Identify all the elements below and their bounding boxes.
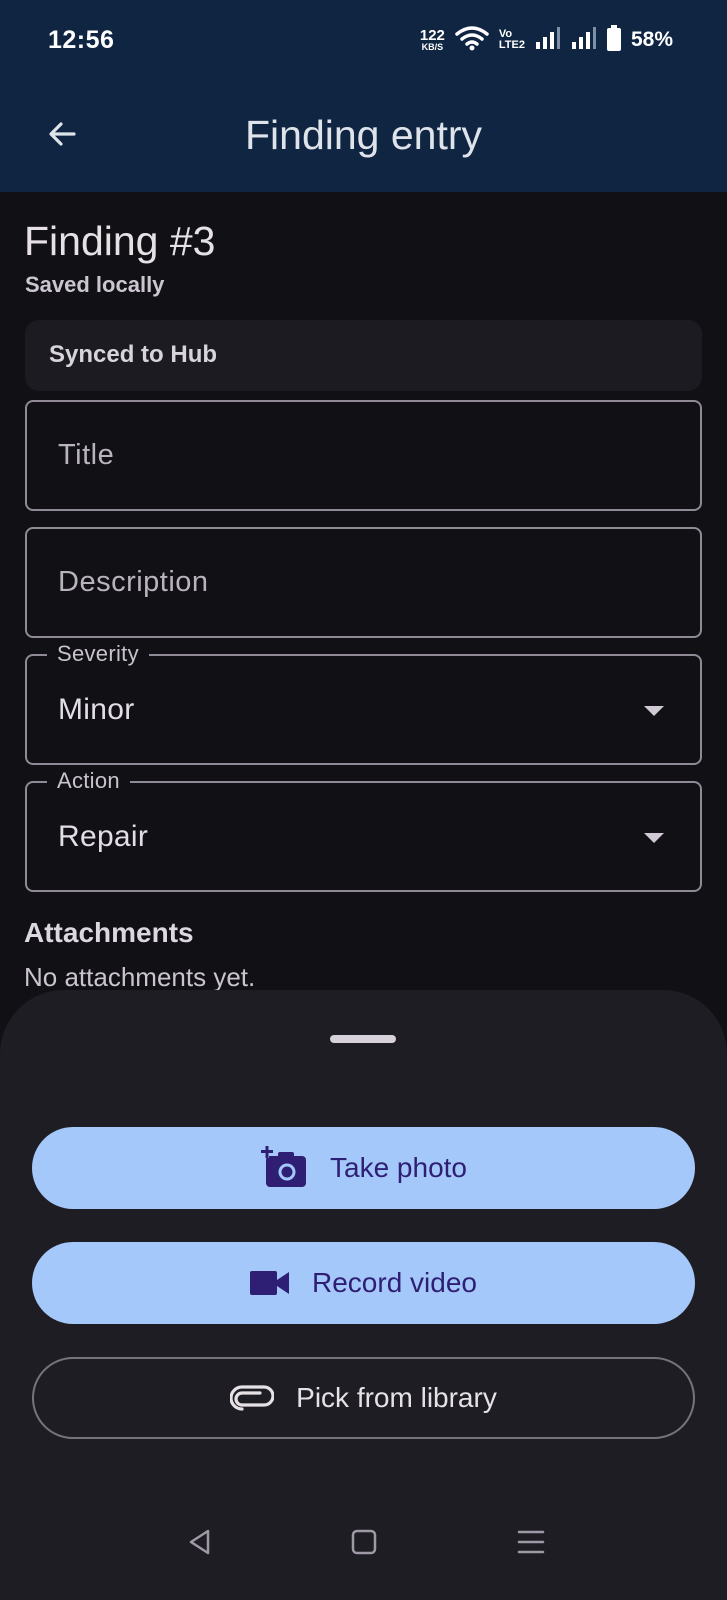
description-placeholder: Description	[58, 566, 209, 598]
finding-title: Finding #3	[24, 218, 216, 264]
attachments-empty-text: No attachments yet.	[24, 962, 256, 992]
severity-value: Minor	[58, 693, 135, 726]
attachment-bottom-sheet: Take photo Record video Pick from librar…	[0, 990, 727, 1600]
battery-percent: 58%	[630, 28, 673, 51]
severity-dropdown[interactable]: Severity Minor	[25, 641, 702, 765]
severity-label: Severity	[47, 641, 149, 667]
record-video-label: Record video	[312, 1267, 477, 1298]
sync-status-chip: Synced to Hub	[25, 320, 702, 391]
pick-from-library-button[interactable]: Pick from library	[32, 1357, 695, 1439]
system-nav-bar	[0, 1490, 727, 1600]
action-dropdown[interactable]: Action Repair	[25, 768, 702, 892]
nav-home-button[interactable]	[338, 1518, 390, 1570]
finding-form: Finding #3 Saved locally Synced to Hub T…	[0, 192, 727, 1000]
wifi-icon	[455, 25, 489, 56]
nav-menu-icon	[517, 1528, 545, 1561]
status-icons: 122 KB/S Vo LTE2 58%	[420, 24, 673, 56]
attachments-heading: Attachments	[24, 917, 194, 948]
action-value: Repair	[58, 820, 149, 853]
nav-back-button[interactable]	[174, 1518, 226, 1570]
description-field[interactable]: Description	[25, 527, 702, 638]
volte-bottom: LTE2	[498, 39, 525, 51]
network-speed-value: 122	[419, 27, 445, 44]
action-label: Action	[47, 768, 130, 794]
title-placeholder: Title	[58, 439, 115, 471]
nav-back-icon	[186, 1528, 214, 1561]
dropdown-arrow-icon	[644, 706, 664, 716]
save-state-text: Saved locally	[25, 272, 165, 297]
take-photo-button[interactable]: Take photo	[32, 1127, 695, 1209]
app-bar: Finding entry	[0, 82, 727, 192]
record-video-button[interactable]: Record video	[32, 1242, 695, 1324]
page-title: Finding entry	[244, 112, 482, 158]
network-speed-unit: KB/S	[421, 42, 444, 52]
take-photo-label: Take photo	[330, 1152, 467, 1183]
add-a-photo-icon	[260, 1146, 308, 1190]
dropdown-arrow-icon	[644, 833, 664, 843]
nav-home-icon	[350, 1528, 378, 1561]
sync-status-label: Synced to Hub	[49, 341, 218, 368]
battery-icon	[606, 24, 621, 56]
network-speed: 122 KB/S	[420, 28, 445, 52]
volte-indicator: Vo LTE2	[499, 29, 525, 51]
nav-menu-button[interactable]	[505, 1518, 557, 1570]
videocam-icon	[250, 1269, 290, 1297]
signal-icon-2	[571, 26, 597, 55]
status-bar: 12:56 122 KB/S Vo LTE2 58%	[0, 0, 727, 82]
title-field[interactable]: Title	[25, 400, 702, 511]
attachment-icon	[230, 1385, 275, 1411]
sheet-drag-handle[interactable]	[330, 1035, 396, 1043]
pick-from-library-label: Pick from library	[296, 1382, 497, 1413]
signal-icon	[535, 26, 561, 55]
status-time: 12:56	[48, 26, 115, 54]
